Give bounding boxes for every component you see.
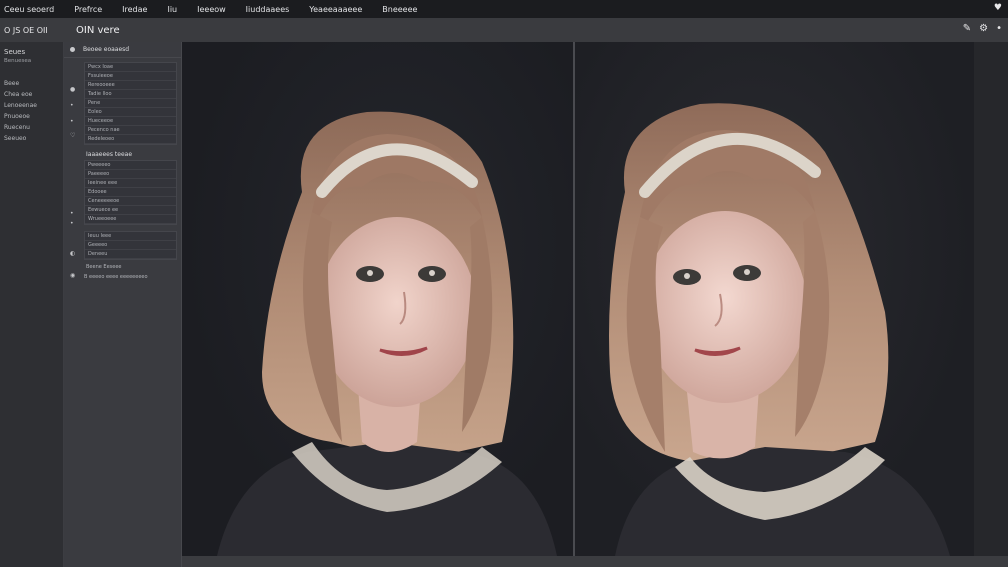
- portrait-left: [217, 111, 557, 556]
- list-item[interactable]: Ceneeeeeoe: [85, 197, 176, 206]
- list-item[interactable]: Edooee: [85, 188, 176, 197]
- sidebar-item-2[interactable]: Lenoeenae: [4, 100, 63, 111]
- list-item[interactable]: Pecenco nae: [85, 126, 176, 135]
- list-item[interactable]: Pene: [85, 99, 176, 108]
- panel-header: Beoee eoaaesd: [64, 42, 181, 58]
- list-item[interactable]: Pwcx Ioae: [85, 63, 176, 72]
- sidebar-title: Seues: [4, 48, 26, 56]
- heart-small-icon[interactable]: ♡: [70, 132, 75, 139]
- eye-icon[interactable]: ◉: [70, 272, 75, 279]
- face: [317, 217, 477, 407]
- sidebar-item-1[interactable]: Chea eoe: [4, 89, 63, 100]
- settings-group-3: Ieuu Ieee Geeeeo Deneeu: [84, 231, 177, 260]
- list-item[interactable]: Redeleoeo: [85, 135, 176, 144]
- list-item[interactable]: Paeeeeo: [85, 170, 176, 179]
- document-title: OIN vere: [76, 24, 120, 36]
- menu-item-image[interactable]: Ieeeow: [197, 5, 226, 14]
- left-sidebar: Seues Benuesea Beee Chea eoe Lenoeenae P…: [0, 42, 64, 567]
- toolbar-left-label[interactable]: O JS OE OII: [0, 26, 66, 35]
- bullet-icon[interactable]: •: [70, 102, 74, 109]
- section-title: Iaaaeees teeae: [86, 151, 133, 158]
- settings-group-1: Pwcx Ioae Fssuieeoe Rereooeee Tadie Iloo…: [84, 62, 177, 145]
- list-item[interactable]: Eewuece ee: [85, 206, 176, 215]
- menu-item-file[interactable]: Ceeu seoerd: [4, 5, 54, 14]
- list-item[interactable]: Pweeeeo: [85, 161, 176, 170]
- viewer-left[interactable]: [182, 42, 574, 556]
- menu-item-layers[interactable]: Iiuddaaees: [246, 5, 290, 14]
- radio-icon[interactable]: ●: [70, 86, 75, 93]
- heart-icon[interactable]: ♥: [994, 3, 1002, 13]
- bullet-icon[interactable]: •: [70, 118, 74, 125]
- list-item[interactable]: Ieuu Ieee: [85, 232, 176, 241]
- settings-group-2: Pweeeeo Paeeeeo Ieeinee eee Edooee Cenee…: [84, 160, 177, 225]
- panel-header-label: Beoee eoaaesd: [83, 46, 130, 53]
- menu-item-help[interactable]: Bneeeee: [382, 5, 417, 14]
- list-item[interactable]: Eoleo: [85, 108, 176, 117]
- menu-bar: Ceeu seoerd Prefrce Iredae Iiu Ieeeow Ii…: [0, 0, 1008, 18]
- status-bar: [182, 556, 1008, 567]
- sidebar-item-4[interactable]: Ruecenu: [4, 122, 63, 133]
- list-item[interactable]: Fssuieeoe: [85, 72, 176, 81]
- footer-label: Beene Eeseee: [86, 264, 122, 270]
- menu-item-view[interactable]: Iiu: [167, 5, 177, 14]
- list-item[interactable]: Hueceeoe: [85, 117, 176, 126]
- portrait-right: [609, 103, 950, 556]
- bullet-icon[interactable]: •: [70, 210, 74, 217]
- menu-item-edit[interactable]: Iredae: [122, 5, 147, 14]
- face: [643, 211, 807, 403]
- sidebar-item-0[interactable]: Beee: [4, 78, 63, 89]
- menu-item-prefs[interactable]: Prefrce: [74, 5, 102, 14]
- brush-icon[interactable]: ✎: [963, 23, 971, 34]
- footer-line: B eeeeo eeee eeeeeeeeo: [84, 274, 148, 280]
- list-item[interactable]: Ieeinee eee: [85, 179, 176, 188]
- sidebar-item-3[interactable]: Pnuoeoe: [4, 111, 63, 122]
- visibility-icon[interactable]: ◐: [70, 250, 75, 257]
- menu-item-window[interactable]: Yeaeeaaaeee: [309, 5, 362, 14]
- sidebar-subtitle: Benuesea: [4, 58, 32, 64]
- list-item[interactable]: Rereooeee: [85, 81, 176, 90]
- sidebar-item-5[interactable]: Seeueo: [4, 133, 63, 144]
- list-item[interactable]: Tadie Iloo: [85, 90, 176, 99]
- panel-dot-icon: [70, 47, 75, 52]
- more-icon[interactable]: •: [996, 23, 1002, 34]
- bullet-icon[interactable]: •: [70, 220, 74, 227]
- properties-panel: Beoee eoaaesd ● • • ♡ Pwcx Ioae Fssuieeo…: [64, 42, 182, 567]
- settings-icon[interactable]: ⚙: [979, 23, 988, 34]
- right-strip: [974, 42, 1008, 556]
- list-item[interactable]: Geeeeo: [85, 241, 176, 250]
- viewer-right[interactable]: [575, 42, 974, 556]
- list-item[interactable]: Deneeu: [85, 250, 176, 259]
- list-item[interactable]: Wrueeoeee: [85, 215, 176, 224]
- toolbar: O JS OE OII OIN vere ✎ ⚙ •: [0, 18, 1008, 42]
